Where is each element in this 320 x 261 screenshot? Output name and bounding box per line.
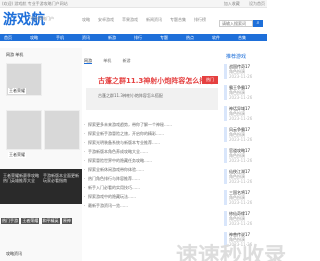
nav-item[interactable]: 热点 [186,35,194,41]
right-section-title: 推荐游戏 [226,54,247,60]
nav-item[interactable]: 首页 [4,35,12,41]
nav-item[interactable]: 手机 [56,35,64,41]
tag-item[interactable]: 和平精英 [41,218,60,224]
article-list: · 探索更多未来游戏趋势，带你了解一个神秘…… · 探索全新手游冒险之旅，开启你的精… [84,120,222,210]
header-nav-item[interactable]: 攻略 [82,17,90,23]
set-home-link[interactable]: 设为首页 [249,1,265,6]
main-nav: 首页 攻略 手机 资讯 新游 排行 专题 热点 软件 合集 [0,34,267,41]
list-item[interactable]: · 探索全新手游冒险之旅，开启你的精彩…… [84,129,222,138]
game-list-item[interactable]: 仙侠江湖17 角色扮演 2023-11-26 [224,167,267,186]
headline[interactable]: 古蓬之群11.3神射小炮阵容怎么搭配 [98,76,213,86]
featured-caption[interactable]: 王者荣耀新赛季攻略热门英雄推荐大全 [3,173,39,183]
search-box [219,20,253,27]
list-item[interactable]: · 探索更多未来游戏趋势，带你了解一个神秘…… [84,120,222,129]
list-item[interactable]: · 最新手游资讯一览…… [84,201,222,210]
list-item[interactable]: · 探索全新休闲游戏带你体验…… [84,165,222,174]
game-list-item[interactable]: 官道攻略17 角色扮演 2023-11-26 [224,146,267,165]
bullet-icon: · [84,194,86,199]
search-icon: ⌕ [256,20,260,26]
topbar-welcome: (欢迎) 游戏航 专业手游攻略门户网站 [2,1,68,6]
bullet-icon: · [84,140,86,145]
nav-item[interactable]: 攻略 [30,35,38,41]
game-thumbnail[interactable] [6,110,42,150]
tag-item[interactable]: 王者荣耀 [21,218,40,224]
list-item[interactable]: · 热门角色排行与阵容推荐…… [84,174,222,183]
tab-single[interactable]: 单机 [103,58,111,63]
topbar-links: 加入收藏 设为首页 [216,1,265,7]
featured-caption[interactable]: 手游新版本全面更新玩家必看指南 [43,173,79,183]
nav-item[interactable]: 软件 [212,35,220,41]
list-item[interactable]: · 手游新版本角色养成攻略大全…… [84,147,222,156]
left-section-heading: 攻略资讯 [6,251,22,256]
left-section-title: 网游 单机 [6,52,24,57]
center-tabs: 网游 单机 新游 [84,58,141,64]
game-list-item[interactable]: 风云争霸17 角色扮演 2023-11-26 [224,125,267,144]
bullet-icon: · [84,203,86,208]
left-column: 网游 单机 王者荣耀 王者荣耀 王者荣耀新赛季攻略热门英雄推荐大全 手游新版本全… [0,48,82,261]
game-icon [224,148,227,163]
header-nav-item[interactable]: 新闻资讯 [146,17,162,23]
center-column: 网游 单机 新游 古蓬之群11.3神射小炮阵容怎么搭配 热门 古蓬之群11.3神… [84,48,222,261]
watermark: 速速秒收录 [176,244,287,261]
thumbnail-caption: 王者荣耀 [8,152,26,158]
nav-item[interactable]: 专题 [160,35,168,41]
game-list-item[interactable]: 修仙奇缘17 角色扮演 2023-11-26 [224,209,267,228]
game-thumbnail[interactable] [44,110,80,150]
header-nav-item[interactable]: 苹果游戏 [122,17,138,23]
right-column: 推荐游戏 战国传奇17 角色扮演 2023-11-26 霸王争霸17 角色扮演 2023… [224,48,267,261]
game-icon [224,106,227,121]
bullet-icon: · [84,185,86,190]
game-list-item[interactable]: 霸王争霸17 角色扮演 2023-11-26 [224,83,267,102]
game-icon [224,127,227,142]
bullet-icon: · [84,176,86,181]
list-item[interactable]: · 新手入门必看的实用技巧…… [84,183,222,192]
search-input[interactable] [220,21,252,26]
tab-new[interactable]: 新游 [123,58,131,63]
bullet-icon: · [84,131,86,136]
bullet-icon: · [84,149,86,154]
thumbnail-caption: 王者荣耀 [8,88,26,94]
tag-list: 热门手游 王者荣耀 和平精英 原神 [1,218,81,225]
game-list-item[interactable]: 三国名将17 角色扮演 2023-11-26 [224,188,267,207]
bullet-icon: · [84,167,86,172]
game-icon [224,211,227,226]
game-list-item[interactable]: 神话异域17 角色扮演 2023-11-26 [224,104,267,123]
hot-badge: 热门 [202,76,218,84]
bookmark-link[interactable]: 加入收藏 [224,1,240,6]
header-nav-item[interactable]: 安卓游戏 [98,17,114,23]
nav-item[interactable]: 排行 [134,35,142,41]
banner-caption: 古蓬之群11.3神射小炮阵容怎么搭配 [98,93,163,98]
game-icon [224,190,227,205]
tag-item[interactable]: 原神 [61,218,72,224]
list-item[interactable]: · 探索游戏中的隐藏玩法…… [84,192,222,201]
game-icon [224,169,227,184]
list-item[interactable]: · 探索冒险世界中的隐藏任务攻略…… [84,156,222,165]
banner-image[interactable] [86,88,218,110]
tag-item[interactable]: 热门手游 [1,218,19,224]
header-nav-item[interactable]: 专题合集 [170,17,186,23]
nav-item[interactable]: 合集 [238,35,246,41]
nav-item[interactable]: 资讯 [82,35,90,41]
top-bar: (欢迎) 游戏航 专业手游攻略门户网站 加入收藏 设为首页 [0,0,267,8]
search-button[interactable]: ⌕ [253,20,263,27]
header-nav: 攻略 安卓游戏 苹果游戏 新闻资讯 专题合集 排行榜 [82,17,230,25]
bullet-icon: · [84,122,86,127]
header-nav-item[interactable]: 排行榜 [194,17,206,23]
game-icon [224,64,227,79]
list-item[interactable]: · 探索光明装备系统与新版本专业推荐…… [84,138,222,147]
tab-online[interactable]: 网游 [84,58,92,64]
game-list-item[interactable]: 战国传奇17 角色扮演 2023-11-26 [224,62,267,81]
game-icon [224,85,227,100]
bullet-icon: · [84,158,86,163]
site-tagline: 手游攻略门户 [30,16,54,21]
nav-item[interactable]: 新游 [108,35,116,41]
